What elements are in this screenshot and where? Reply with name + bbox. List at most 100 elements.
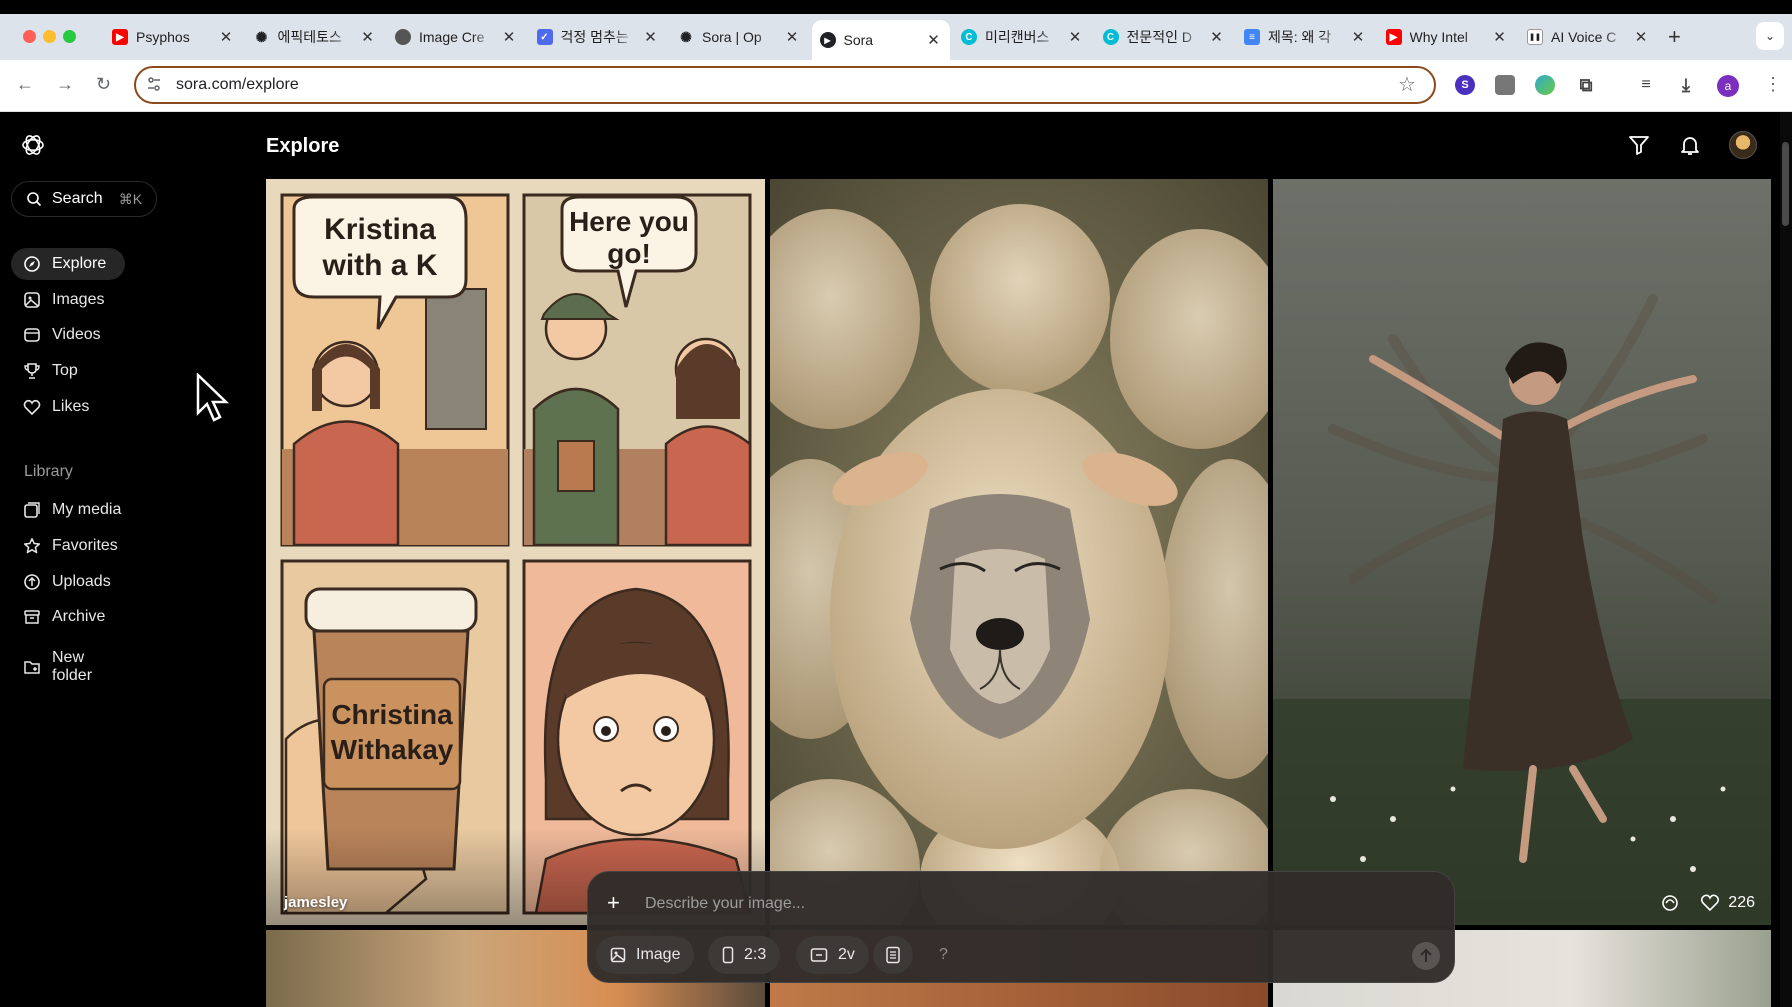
address-url[interactable]: sora.com/explore — [176, 76, 299, 94]
help-button[interactable]: ? — [925, 936, 962, 974]
media-icon — [24, 502, 40, 518]
tab-title: 걱정 멈추는 — [560, 29, 629, 45]
user-avatar[interactable] — [1729, 131, 1757, 159]
tab-close-icon[interactable]: ✕ — [1492, 28, 1508, 46]
tab-title: 에픽테토스 — [277, 29, 342, 45]
trophy-icon — [24, 363, 40, 379]
browser-tab[interactable]: ≡ 제목: 왜 각 ✕ — [1236, 22, 1374, 52]
upload-icon — [24, 574, 40, 590]
search-shortcut: ⌘K — [118, 190, 143, 207]
reload-button[interactable]: ↻ — [96, 74, 111, 95]
sidebar-item-uploads[interactable]: Uploads — [11, 566, 125, 598]
sidebar-item-label: Archive — [52, 608, 106, 625]
browser-tab[interactable]: ▶ Psyphos ✕ — [104, 22, 242, 52]
extension-colorful-icon[interactable] — [1535, 75, 1555, 95]
address-bar[interactable] — [134, 66, 1436, 104]
browser-tab[interactable]: ✺ 에픽테토스 ✕ — [246, 22, 384, 52]
tab-close-icon[interactable]: ✕ — [1350, 28, 1366, 46]
comic-cup-line-2: Withakay — [331, 734, 454, 765]
extension-s-icon[interactable]: S — [1455, 75, 1475, 95]
extensions-puzzle-icon[interactable]: ⧉ — [1576, 75, 1596, 95]
presets-button[interactable] — [873, 936, 913, 974]
sidebar-item-images[interactable]: Images — [11, 284, 125, 316]
browser-tab[interactable]: ❚❚ AI Voice C ✕ — [1519, 22, 1657, 52]
search-button[interactable]: Search ⌘K — [11, 181, 157, 217]
folder-plus-icon — [24, 661, 40, 674]
feed-card-comic[interactable]: Kristina with a K Here you go! Christina… — [266, 179, 765, 925]
browser-tab[interactable]: ▶ Sora ✕ — [811, 20, 950, 60]
tab-close-icon[interactable]: ✕ — [926, 31, 942, 49]
youtube-icon: ▶ — [1385, 29, 1402, 45]
media-control-icon[interactable]: ≡ — [1636, 75, 1656, 95]
tab-close-icon[interactable]: ✕ — [360, 28, 376, 46]
browser-tab[interactable]: ✓ 걱정 멈추는 ✕ — [529, 22, 667, 52]
site-settings-icon[interactable] — [146, 76, 162, 92]
tab-title: AI Voice C — [1551, 29, 1617, 45]
sidebar-item-archive[interactable]: Archive — [11, 601, 125, 633]
like-heart-icon[interactable] — [1700, 893, 1720, 913]
add-attachment-button[interactable]: + — [607, 890, 620, 916]
forward-button[interactable]: → — [56, 74, 74, 95]
comic-artwork: Kristina with a K Here you go! Christina… — [266, 179, 765, 925]
new-tab-button[interactable]: + — [1668, 24, 1681, 50]
sidebar-item-my-media[interactable]: My media — [11, 494, 125, 526]
sidebar-item-favorites[interactable]: Favorites — [11, 530, 125, 562]
media-type-button[interactable]: Image — [596, 936, 695, 974]
image-icon — [24, 292, 40, 308]
sidebar-item-likes[interactable]: Likes — [11, 391, 125, 423]
tab-close-icon[interactable]: ✕ — [784, 28, 800, 46]
minimize-window-button[interactable] — [43, 30, 56, 43]
tab-title: 전문적인 D — [1126, 29, 1193, 45]
browser-menu-icon[interactable]: ⋮ — [1764, 74, 1782, 95]
sidebar-item-explore[interactable]: Explore — [11, 248, 125, 280]
sidebar-item-label: Explore — [52, 255, 107, 272]
tab-close-icon[interactable]: ✕ — [501, 28, 517, 46]
feed-card-dancer[interactable]: 226 — [1273, 179, 1771, 925]
tab-close-icon[interactable]: ✕ — [218, 28, 234, 46]
youtube-icon: ▶ — [112, 29, 128, 45]
download-icon[interactable]: ⤓ — [1676, 75, 1696, 95]
aspect-ratio-icon — [722, 946, 734, 964]
profile-avatar[interactable]: a — [1717, 75, 1739, 97]
tab-close-icon[interactable]: ✕ — [1209, 28, 1225, 46]
variations-button[interactable]: 2v — [796, 936, 869, 974]
tab-close-icon[interactable]: ✕ — [1633, 28, 1649, 46]
card-username[interactable]: jamesley — [284, 894, 347, 911]
browser-tab[interactable]: ▶ Why Intel ✕ — [1378, 22, 1516, 52]
browser-tab[interactable]: ✺ Sora | Op ✕ — [670, 22, 808, 52]
image-icon — [610, 947, 626, 963]
filter-icon[interactable] — [1627, 133, 1651, 157]
new-folder-button[interactable]: New folder — [11, 649, 125, 684]
zoom-window-button[interactable] — [63, 30, 76, 43]
archive-icon — [24, 610, 40, 624]
close-window-button[interactable] — [23, 30, 36, 43]
prompt-input[interactable]: Describe your image... — [645, 895, 805, 913]
openai-logo-icon[interactable] — [20, 132, 46, 158]
bell-icon[interactable] — [1678, 133, 1702, 157]
search-icon — [27, 192, 42, 207]
aspect-ratio-button[interactable]: 2:3 — [708, 936, 781, 974]
variations-label: 2v — [838, 946, 855, 963]
play-circle-icon: ▶ — [819, 32, 836, 48]
browser-tab[interactable]: C 미리캔버스 ✕ — [953, 22, 1091, 52]
submit-button[interactable] — [1412, 942, 1440, 970]
back-button[interactable]: ← — [16, 74, 34, 95]
bookmark-star-icon[interactable]: ☆ — [1398, 72, 1416, 97]
sidebar-item-videos[interactable]: Videos — [11, 319, 125, 351]
page-scrollbar[interactable] — [1780, 112, 1792, 1007]
scrollbar-thumb[interactable] — [1782, 142, 1789, 226]
browser-tab[interactable]: C 전문적인 D ✕ — [1095, 22, 1233, 52]
feed-card-wolf-sheep[interactable] — [770, 179, 1268, 925]
tab-close-icon[interactable]: ✕ — [1067, 28, 1083, 46]
tab-close-icon[interactable]: ✕ — [643, 28, 659, 46]
extension-gray-icon[interactable] — [1495, 75, 1515, 95]
like-count: 226 — [1728, 894, 1755, 911]
sidebar-item-top[interactable]: Top — [11, 355, 125, 387]
tab-search-button[interactable]: ⌄ — [1756, 22, 1784, 50]
search-label: Search — [52, 190, 103, 207]
sidebar-item-label: Uploads — [52, 573, 111, 590]
sidebar-item-label: Videos — [52, 326, 101, 343]
browser-tab[interactable]: Image Cre ✕ — [387, 22, 525, 52]
page-title: Explore — [266, 135, 340, 157]
remix-icon[interactable] — [1660, 893, 1680, 913]
